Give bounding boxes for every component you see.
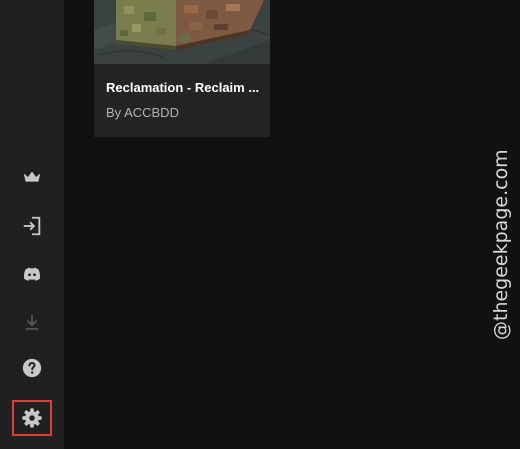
modpack-title[interactable]: Reclamation - Reclaim ... — [106, 80, 266, 95]
login-button[interactable] — [12, 206, 52, 246]
download-icon — [25, 314, 39, 330]
sidebar — [0, 0, 64, 449]
modpack-thumbnail-image — [94, 0, 270, 64]
discord-icon — [23, 267, 41, 281]
premium-button[interactable] — [12, 157, 52, 197]
help-button[interactable] — [12, 348, 52, 388]
crown-icon — [23, 171, 41, 182]
modpack-card[interactable]: Reclamation - Reclaim ... By ACCBDD — [94, 0, 270, 137]
download-button[interactable] — [12, 302, 52, 342]
watermark: @thegeekpage.com — [490, 149, 512, 340]
discord-button[interactable] — [12, 254, 52, 294]
help-icon — [22, 358, 42, 378]
modpack-thumbnail — [94, 0, 270, 64]
settings-icon — [22, 408, 42, 428]
login-icon — [23, 216, 41, 236]
settings-button[interactable] — [12, 400, 52, 436]
modpack-author: By ACCBDD — [106, 105, 179, 120]
